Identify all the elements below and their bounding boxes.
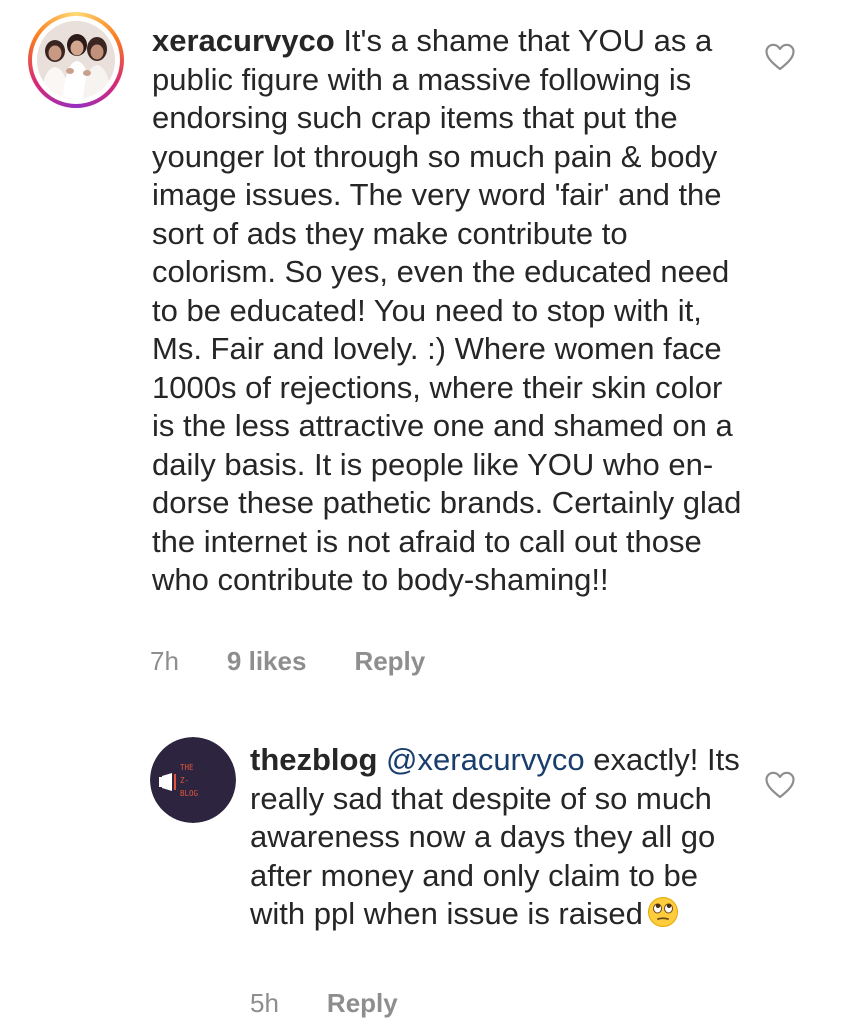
comment-text: It's a shame that YOU as a public figure…: [152, 23, 742, 597]
comment-body: xeracurvyco It's a shame that YOU as a p…: [152, 22, 752, 600]
reply-meta: 5h Reply: [250, 988, 398, 1019]
group-photo-avatar-icon: [37, 21, 115, 99]
comment-meta: 7h 9 likes Reply: [150, 646, 425, 677]
the-z-blog-logo-icon: THE Z- BLOG: [150, 737, 236, 823]
reply-body: thezblog @xeracurvyco exactly! Its reall…: [250, 741, 750, 934]
story-ring[interactable]: [28, 12, 124, 108]
comment-username[interactable]: thezblog: [250, 742, 377, 777]
logo-text-line: BLOG: [180, 789, 199, 798]
logo-text-line: Z-: [180, 776, 189, 785]
avatar[interactable]: [37, 21, 115, 99]
heart-outline-icon[interactable]: [765, 43, 795, 71]
eye-roll-emoji-icon: [647, 897, 678, 927]
comment-timestamp: 5h: [250, 988, 279, 1018]
mention-link[interactable]: @xeracurvyco: [386, 742, 585, 777]
reply-button[interactable]: Reply: [354, 646, 425, 677]
comment-timestamp: 7h: [150, 646, 179, 676]
reply-button[interactable]: Reply: [327, 988, 398, 1019]
logo-text-line: THE: [180, 763, 194, 772]
heart-outline-icon[interactable]: [765, 771, 795, 799]
avatar[interactable]: THE Z- BLOG: [150, 737, 236, 823]
comment-username[interactable]: xeracurvyco: [152, 23, 335, 58]
comment-likes-count[interactable]: 9 likes: [227, 646, 307, 677]
